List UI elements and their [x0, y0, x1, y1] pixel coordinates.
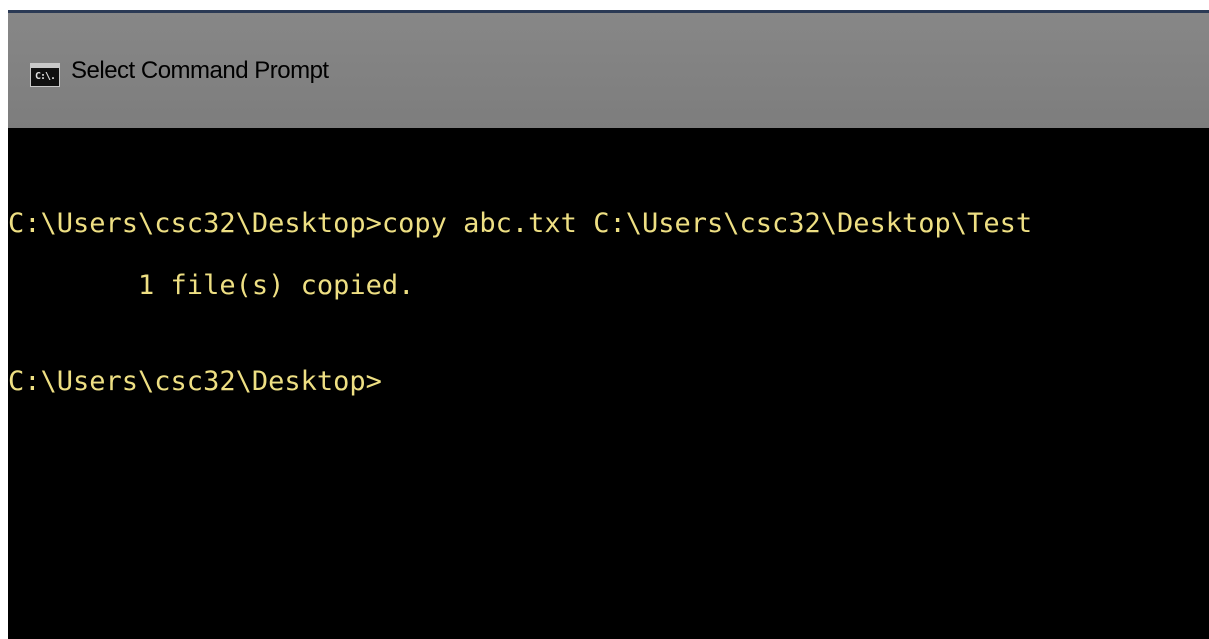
console-output[interactable]: C:\Users\csc32\Desktop>copy abc.txt C:\U… [8, 128, 1209, 639]
title-bar[interactable]: C:\. Select Command Prompt [8, 13, 1209, 128]
window-title: Select Command Prompt [71, 57, 329, 84]
console-line-result: 1 file(s) copied. [8, 270, 415, 301]
cmd-icon[interactable]: C:\. [30, 63, 60, 87]
command-prompt-window[interactable]: C:\. Select Command Prompt C:\Users\csc3… [8, 10, 1209, 639]
screenshot-frame: C:\. Select Command Prompt C:\Users\csc3… [0, 0, 1209, 639]
cmd-icon-text: C:\. [34, 71, 56, 82]
console-line-prompt: C:\Users\csc32\Desktop> [8, 366, 382, 397]
console-line-command: C:\Users\csc32\Desktop>copy abc.txt C:\U… [8, 208, 1033, 239]
